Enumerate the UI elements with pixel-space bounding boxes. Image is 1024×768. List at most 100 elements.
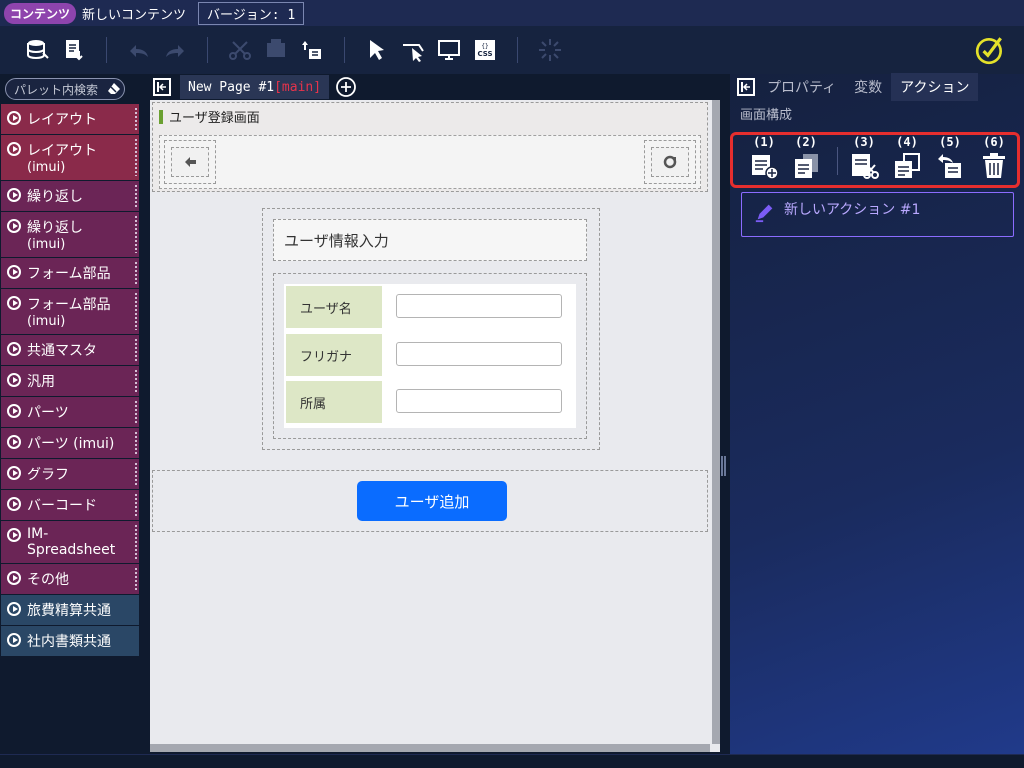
- back-button[interactable]: [164, 140, 216, 184]
- tab-variables[interactable]: 変数: [845, 73, 891, 101]
- eraser-icon[interactable]: [107, 82, 121, 96]
- collapse-right-icon[interactable]: [734, 75, 758, 99]
- delete-action-button[interactable]: (6): [977, 135, 1011, 185]
- palette-item-label: 社内書類共通: [27, 634, 111, 650]
- page-header-block[interactable]: ユーザ登録画面: [152, 102, 708, 192]
- form-table-container[interactable]: ユーザ名 フリガナ 所属: [273, 273, 587, 439]
- expand-arrow-icon: [7, 404, 21, 418]
- header-button-bar[interactable]: [159, 135, 701, 189]
- tab-actions[interactable]: アクション: [891, 73, 979, 101]
- palette-item-sublabel: (imui): [27, 237, 66, 252]
- palette-item[interactable]: 社内書類共通: [1, 626, 139, 657]
- expand-arrow-icon: [7, 142, 21, 156]
- palette-item[interactable]: 繰り返し (imui): [1, 212, 139, 258]
- content-title[interactable]: 新しいコンテンツ: [82, 4, 186, 23]
- expand-arrow-icon: [7, 633, 21, 647]
- palette-item[interactable]: 共通マスタ: [1, 335, 139, 366]
- drag-handle[interactable]: [135, 293, 137, 330]
- paste-action-button[interactable]: (4): [890, 135, 924, 185]
- palette-item[interactable]: その他: [1, 564, 139, 595]
- drag-handle[interactable]: [135, 525, 137, 559]
- spinner-icon[interactable]: [532, 32, 568, 68]
- palette-item[interactable]: レイアウト (imui): [1, 135, 139, 181]
- form-row-username: ユーザ名: [284, 284, 576, 330]
- drag-handle[interactable]: [135, 463, 137, 485]
- user-form-container[interactable]: ユーザ情報入力 ユーザ名 フリガナ 所属: [262, 208, 600, 450]
- cursor-area-icon[interactable]: [395, 32, 431, 68]
- canvas-horizontal-scrollbar[interactable]: [150, 744, 710, 752]
- redo-icon[interactable]: [157, 32, 193, 68]
- drag-handle[interactable]: [135, 432, 137, 454]
- field-label: ユーザ名: [286, 286, 382, 328]
- cut-action-button[interactable]: (3): [847, 135, 881, 185]
- select-icon[interactable]: [359, 32, 395, 68]
- collapse-left-icon[interactable]: [150, 75, 174, 99]
- palette-item[interactable]: 汎用: [1, 366, 139, 397]
- move-action-button[interactable]: (5): [933, 135, 967, 185]
- drag-handle[interactable]: [135, 262, 137, 284]
- palette-item-text: 旅費精算共通: [27, 600, 111, 620]
- canvas-vertical-scrollbar[interactable]: [712, 100, 720, 744]
- drag-handle[interactable]: [135, 216, 137, 253]
- palette-item-label: パーツ (imui): [27, 436, 115, 452]
- tab-page-suffix: [main]: [274, 79, 322, 95]
- palette-item-sublabel: (imui): [27, 160, 66, 175]
- toolbar-divider: [106, 37, 107, 63]
- palette-item-label: 共通マスタ: [27, 343, 97, 359]
- palette-item[interactable]: パーツ (imui): [1, 428, 139, 459]
- username-input[interactable]: [396, 294, 562, 318]
- drag-handle[interactable]: [135, 494, 137, 516]
- drag-handle[interactable]: [135, 185, 137, 207]
- palette-item[interactable]: 繰り返し: [1, 181, 139, 212]
- drag-handle[interactable]: [135, 139, 137, 176]
- palette-item-text: フォーム部品: [27, 263, 111, 283]
- action-button-number: (1): [753, 135, 775, 149]
- toolbar-divider: [344, 37, 345, 63]
- furigana-input[interactable]: [396, 342, 562, 366]
- export-icon[interactable]: [56, 32, 92, 68]
- css-icon[interactable]: {} CSS: [467, 32, 503, 68]
- tab-new-page[interactable]: New Page #1 [main]: [180, 75, 330, 99]
- undo-icon[interactable]: [121, 32, 157, 68]
- refresh-button[interactable]: [644, 140, 696, 184]
- palette-item[interactable]: フォーム部品: [1, 258, 139, 289]
- palette-item-text: 繰り返し: [27, 186, 83, 206]
- drag-handle[interactable]: [135, 401, 137, 423]
- palette-item[interactable]: パーツ: [1, 397, 139, 428]
- department-input[interactable]: [396, 389, 562, 413]
- palette-item[interactable]: 旅費精算共通: [1, 595, 139, 626]
- add-action-button[interactable]: (1): [747, 135, 781, 185]
- drag-handle[interactable]: [135, 568, 137, 590]
- drag-handle[interactable]: [135, 370, 137, 392]
- palette-search-placeholder: パレット内検索: [14, 82, 99, 97]
- action-button-number: (3): [853, 135, 875, 149]
- palette-item[interactable]: バーコード: [1, 490, 139, 521]
- copy-action-button[interactable]: (2): [789, 135, 823, 185]
- monitor-icon[interactable]: [431, 32, 467, 68]
- palette-item[interactable]: フォーム部品 (imui): [1, 289, 139, 335]
- paste-document-icon: [895, 153, 920, 178]
- design-canvas[interactable]: ユーザ登録画面 ユーザ情報入力 ユーザ名 フリガナ 所属 ユーザ追加: [150, 100, 720, 752]
- edit-check-icon[interactable]: [972, 32, 1008, 68]
- palette-item-text: 社内書類共通: [27, 631, 111, 651]
- expand-arrow-icon: [7, 188, 21, 202]
- tab-properties[interactable]: プロパティ: [758, 73, 845, 101]
- drag-handle[interactable]: [135, 339, 137, 361]
- cut-icon[interactable]: [222, 32, 258, 68]
- palette-item[interactable]: グラフ: [1, 459, 139, 490]
- component-icon[interactable]: [258, 32, 294, 68]
- panel-splitter[interactable]: [720, 456, 728, 486]
- button-area[interactable]: ユーザ追加: [152, 470, 708, 532]
- palette-item[interactable]: IM-Spreadsheet: [1, 521, 139, 564]
- expand-arrow-icon: [7, 571, 21, 585]
- swap-icon[interactable]: [294, 32, 330, 68]
- palette-search-input[interactable]: パレット内検索: [5, 78, 125, 100]
- database-icon[interactable]: [20, 32, 56, 68]
- palette-item[interactable]: レイアウト: [1, 104, 139, 135]
- expand-arrow-icon: [7, 111, 21, 125]
- action-list-item[interactable]: 新しいアクション #1: [741, 192, 1014, 237]
- add-user-button[interactable]: ユーザ追加: [357, 481, 507, 521]
- add-page-icon[interactable]: [335, 76, 357, 98]
- drag-handle[interactable]: [135, 108, 137, 130]
- expand-arrow-icon: [7, 528, 21, 542]
